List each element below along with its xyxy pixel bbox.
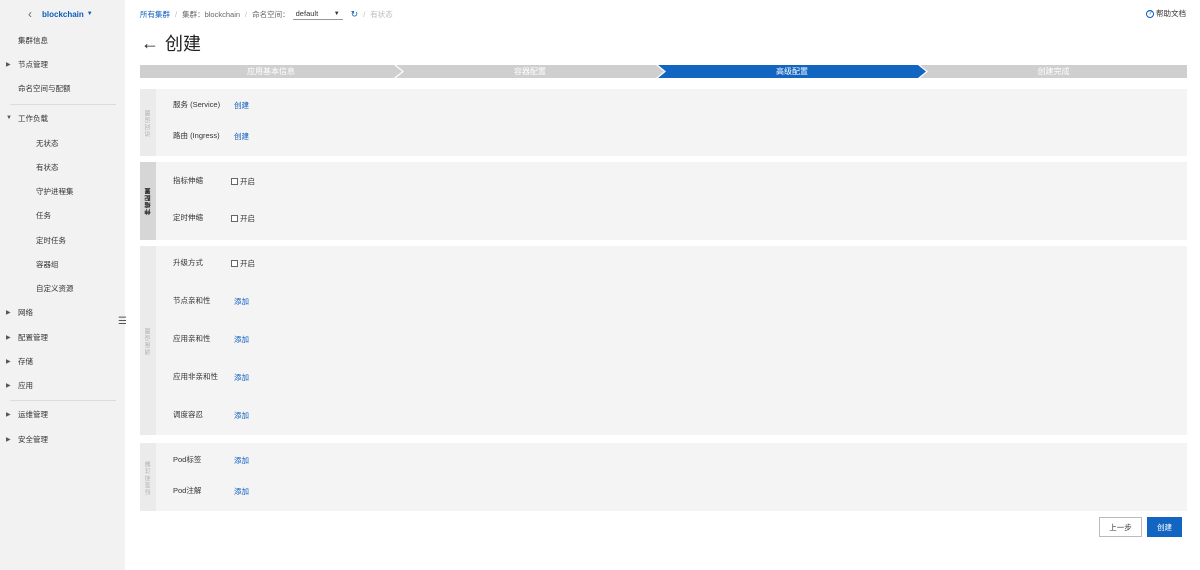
section-access-settings: 访问设置 服务 (Service) 创建 路由 (Ingress) 创建 — [140, 89, 1187, 156]
breadcrumb-stateful: 有状态 — [370, 9, 393, 19]
caret-down-icon: ▼ — [333, 10, 340, 17]
back-chevron-icon[interactable]: ‹ — [28, 7, 32, 21]
sidebar-item-security[interactable]: ▶ 安全管理 — [0, 432, 125, 446]
add-app-anti-affinity-link[interactable]: 添加 — [234, 372, 249, 383]
breadcrumb-separator: / — [245, 9, 248, 19]
create-ingress-link[interactable]: 创建 — [234, 131, 249, 142]
sidebar-item-apps[interactable]: ▶ 应用 — [0, 378, 125, 392]
sidebar-item-ops[interactable]: ▶ 运维管理 — [0, 407, 125, 421]
divider — [10, 400, 116, 401]
sidebar-item-statefulsets[interactable]: 有状态 — [0, 160, 125, 174]
caret-right-icon: ▶ — [6, 309, 11, 316]
app-anti-affinity-label: 应用非亲和性 — [173, 372, 218, 381]
sidebar-item-workloads[interactable]: ▼ 工作负载 — [0, 111, 125, 125]
ingress-label: 路由 (Ingress) — [173, 131, 220, 140]
section-scaling: 伸缩配置 指标伸缩 开启 定时伸缩 开启 — [140, 162, 1187, 240]
breadcrumb: 所有集群 / 集群：blockchain / 命名空间： default ▼ ↻… — [140, 8, 393, 20]
caret-right-icon: ▶ — [6, 382, 11, 389]
caret-right-icon: ▶ — [6, 436, 11, 443]
previous-step-button[interactable]: 上一步 — [1099, 517, 1142, 537]
sidebar-item-daemonsets[interactable]: 守护进程集 — [0, 184, 125, 198]
metric-scaling-toggle[interactable]: 开启 — [231, 176, 255, 187]
section-tab-access[interactable]: 访问设置 — [140, 89, 156, 156]
sidebar-item-namespaces[interactable]: 命名空间与配额 — [0, 81, 125, 95]
cluster-switcher[interactable]: blockchain — [42, 10, 84, 19]
page-title-text: 创建 — [165, 34, 201, 54]
page-title: ← 创建 — [141, 30, 201, 56]
caret-right-icon: ▶ — [6, 61, 11, 68]
section-scheduling: 调度设置 升级方式 开启 节点亲和性 添加 应用亲和性 添加 应用非亲和性 添加… — [140, 246, 1187, 435]
upgrade-strategy-toggle[interactable]: 开启 — [231, 258, 255, 269]
step-basic-info: 应用基本信息 — [140, 65, 402, 78]
app-affinity-label: 应用亲和性 — [173, 334, 211, 343]
breadcrumb-all-clusters[interactable]: 所有集群 — [140, 9, 170, 20]
sidebar-item-cronjobs[interactable]: 定时任务 — [0, 233, 125, 247]
section-tab-scaling[interactable]: 伸缩配置 — [140, 162, 156, 240]
pod-labels-label: Pod标签 — [173, 455, 202, 464]
sidebar-item-jobs[interactable]: 任务 — [0, 208, 125, 222]
sidebar-item-storage[interactable]: ▶ 存储 — [0, 354, 125, 368]
section-tab-labels[interactable]: 标签和注解 — [140, 443, 156, 511]
caret-right-icon: ▶ — [6, 358, 11, 365]
help-docs-label: 帮助文档 — [1156, 9, 1186, 18]
question-circle-icon: ? — [1146, 9, 1154, 18]
upgrade-strategy-checkbox[interactable] — [231, 260, 238, 267]
breadcrumb-separator: / — [363, 9, 366, 19]
add-tolerations-link[interactable]: 添加 — [234, 410, 249, 421]
step-progress: 应用基本信息 容器配置 高级配置 创建完成 — [140, 65, 1187, 78]
add-app-affinity-link[interactable]: 添加 — [234, 334, 249, 345]
sidebar-item-deployments[interactable]: 无状态 — [0, 136, 125, 150]
service-label: 服务 (Service) — [173, 100, 221, 109]
section-tab-scheduling[interactable]: 调度设置 — [140, 246, 156, 435]
metric-scaling-check-label: 开启 — [240, 177, 255, 186]
sidebar-item-network[interactable]: ▶ 网络 — [0, 305, 125, 319]
add-pod-labels-link[interactable]: 添加 — [234, 455, 249, 466]
sidebar-item-custom-resources[interactable]: 自定义资源 — [0, 281, 125, 295]
sidebar: ‹ blockchain ▼ 集群信息 ▶ 节点管理 命名空间与配额 ▼ 工作负载 … — [0, 0, 127, 570]
breadcrumb-separator: / — [175, 9, 178, 19]
sidebar-header: ‹ blockchain ▼ — [0, 0, 125, 28]
refresh-icon[interactable]: ↻ — [351, 9, 359, 20]
upgrade-strategy-check-label: 开启 — [240, 259, 255, 268]
create-button[interactable]: 创建 — [1147, 517, 1182, 537]
add-pod-annotations-link[interactable]: 添加 — [234, 486, 249, 497]
step-advanced-config: 高级配置 — [658, 65, 926, 78]
caret-down-icon[interactable]: ▼ — [87, 11, 93, 17]
sidebar-collapse-icon[interactable]: ☰ — [118, 316, 127, 327]
cron-scaling-checkbox[interactable] — [231, 215, 238, 222]
namespace-value: default — [295, 9, 319, 18]
namespace-label: 命名空间： — [252, 9, 290, 19]
caret-right-icon: ▶ — [6, 334, 11, 341]
create-service-link[interactable]: 创建 — [234, 100, 249, 111]
help-docs-link[interactable]: ? 帮助文档 — [1146, 8, 1186, 19]
add-node-affinity-link[interactable]: 添加 — [234, 296, 249, 307]
namespace-select[interactable]: default ▼ — [292, 9, 343, 20]
sidebar-item-cluster-info[interactable]: 集群信息 — [0, 33, 125, 47]
section-labels-annotations: 标签和注解 Pod标签 添加 Pod注解 添加 — [140, 443, 1187, 511]
sidebar-item-pods[interactable]: 容器组 — [0, 257, 125, 271]
sidebar-item-config[interactable]: ▶ 配置管理 — [0, 330, 125, 344]
metric-scaling-label: 指标伸缩 — [173, 176, 203, 185]
caret-right-icon: ▶ — [6, 411, 11, 418]
step-complete: 创建完成 — [920, 65, 1187, 78]
metric-scaling-checkbox[interactable] — [231, 178, 238, 185]
back-arrow-icon[interactable]: ← — [141, 33, 159, 54]
cron-scaling-check-label: 开启 — [240, 214, 255, 223]
tolerations-label: 调度容忍 — [173, 410, 203, 419]
breadcrumb-cluster: 集群：blockchain — [182, 9, 241, 19]
divider — [10, 104, 116, 105]
cron-scaling-label: 定时伸缩 — [173, 213, 203, 222]
caret-down-icon: ▼ — [6, 115, 12, 121]
cron-scaling-toggle[interactable]: 开启 — [231, 213, 255, 224]
node-affinity-label: 节点亲和性 — [173, 296, 211, 305]
upgrade-strategy-label: 升级方式 — [173, 258, 203, 267]
step-container-config: 容器配置 — [396, 65, 664, 78]
pod-annotations-label: Pod注解 — [173, 486, 202, 495]
sidebar-item-nodes[interactable]: ▶ 节点管理 — [0, 57, 125, 71]
